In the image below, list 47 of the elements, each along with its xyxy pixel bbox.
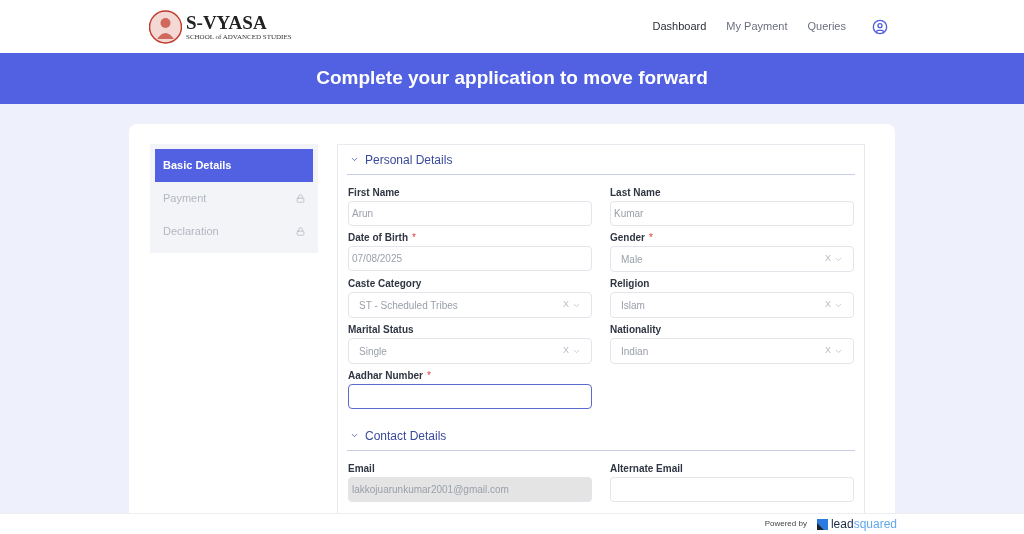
sidebar-item[interactable]: Declaration [155, 215, 313, 248]
sidebar-item[interactable]: Payment [155, 182, 313, 215]
lock-icon [296, 227, 305, 236]
clear-button[interactable]: X [825, 252, 831, 266]
input-field[interactable]: 07/08/2025 [348, 246, 592, 271]
clear-button[interactable]: X [563, 298, 569, 312]
sidebar-item[interactable]: Basic Details [155, 149, 313, 182]
field-label: Religion [610, 276, 650, 291]
lock-icon [296, 194, 305, 203]
clear-button[interactable]: X [563, 344, 569, 358]
logo-title: S-VYASA [186, 12, 268, 32]
powered-by-text: Powered by [764, 518, 807, 530]
field-label: Marital Status [348, 322, 414, 337]
field-label: Aadhar Number [348, 368, 423, 383]
square-logo-icon [816, 518, 828, 530]
select-field[interactable]: ST - Scheduled Tribes X [348, 292, 592, 318]
input-field[interactable]: Kumar [610, 201, 854, 226]
select-field[interactable]: Islam X [610, 292, 854, 318]
required-mark: * [427, 368, 431, 383]
field-label: Gender [610, 230, 645, 245]
select-field[interactable]: Indian X [610, 338, 854, 364]
chevron-down-icon [350, 155, 359, 164]
section-header[interactable]: Personal Details [347, 145, 855, 175]
brand-name: leadsquared [830, 518, 897, 530]
nav-link[interactable]: Dashboard [652, 18, 707, 35]
field-label: Date of Birth [348, 230, 408, 245]
user-avatar-icon[interactable] [872, 18, 888, 35]
field-label: Last Name [610, 185, 661, 200]
nav-link[interactable]: Queries [807, 18, 846, 35]
select-field[interactable]: Male X [610, 246, 854, 272]
required-mark: * [412, 230, 416, 245]
field-label: First Name [348, 185, 400, 200]
field-label: Alternate Email [610, 461, 683, 476]
input-field[interactable]: Arun [348, 201, 592, 226]
emblem-icon [149, 8, 182, 45]
field-label: Nationality [610, 322, 662, 337]
input-field[interactable] [348, 384, 592, 409]
select-field[interactable]: Single X [348, 338, 592, 364]
required-mark: * [649, 230, 653, 245]
field-label: Caste Category [348, 276, 422, 291]
section-header[interactable]: Contact Details [347, 421, 855, 451]
chevron-down-icon [350, 431, 359, 440]
banner-title: Complete your application to move forward [316, 66, 708, 91]
clear-button[interactable]: X [825, 298, 831, 312]
clear-button[interactable]: X [825, 344, 831, 358]
field-label: Email [348, 461, 375, 476]
nav-link[interactable]: My Payment [726, 18, 788, 35]
